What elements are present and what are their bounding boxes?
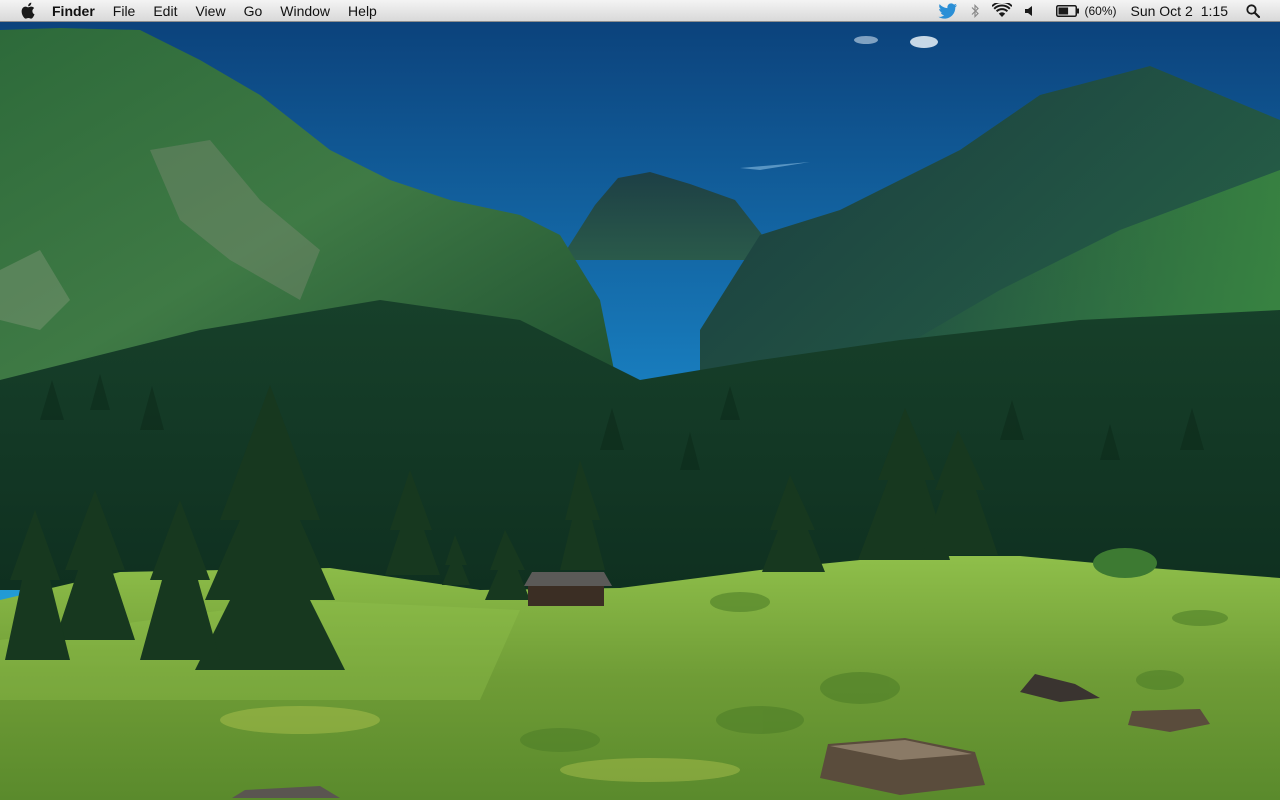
- wifi-icon[interactable]: [986, 0, 1018, 22]
- menu-bar: Finder File Edit View Go Window Help (60…: [0, 0, 1280, 22]
- spotlight-search-icon[interactable]: [1240, 0, 1266, 22]
- menu-go[interactable]: Go: [235, 0, 272, 22]
- menu-view[interactable]: View: [186, 0, 234, 22]
- twitter-bird-icon[interactable]: [932, 0, 964, 22]
- menu-help[interactable]: Help: [339, 0, 386, 22]
- menu-edit[interactable]: Edit: [144, 0, 186, 22]
- menu-window[interactable]: Window: [271, 0, 339, 22]
- clock-time: 1:15: [1200, 2, 1228, 19]
- battery-icon: [1056, 4, 1080, 17]
- battery-percentage: (60%): [1084, 3, 1117, 18]
- desktop-wallpaper: [0, 0, 1280, 800]
- desktop[interactable]: Finder File Edit View Go Window Help (60…: [0, 0, 1280, 800]
- bluetooth-icon[interactable]: [964, 0, 986, 22]
- menu-clock[interactable]: Sun Oct 2 1:15: [1122, 0, 1236, 22]
- apple-icon[interactable]: [18, 2, 38, 20]
- volume-icon[interactable]: [1018, 0, 1042, 22]
- app-menu-finder[interactable]: Finder: [44, 0, 104, 22]
- clock-date: Sun Oct 2: [1130, 2, 1193, 19]
- menu-file[interactable]: File: [104, 0, 145, 22]
- battery-status[interactable]: (60%): [1050, 0, 1122, 22]
